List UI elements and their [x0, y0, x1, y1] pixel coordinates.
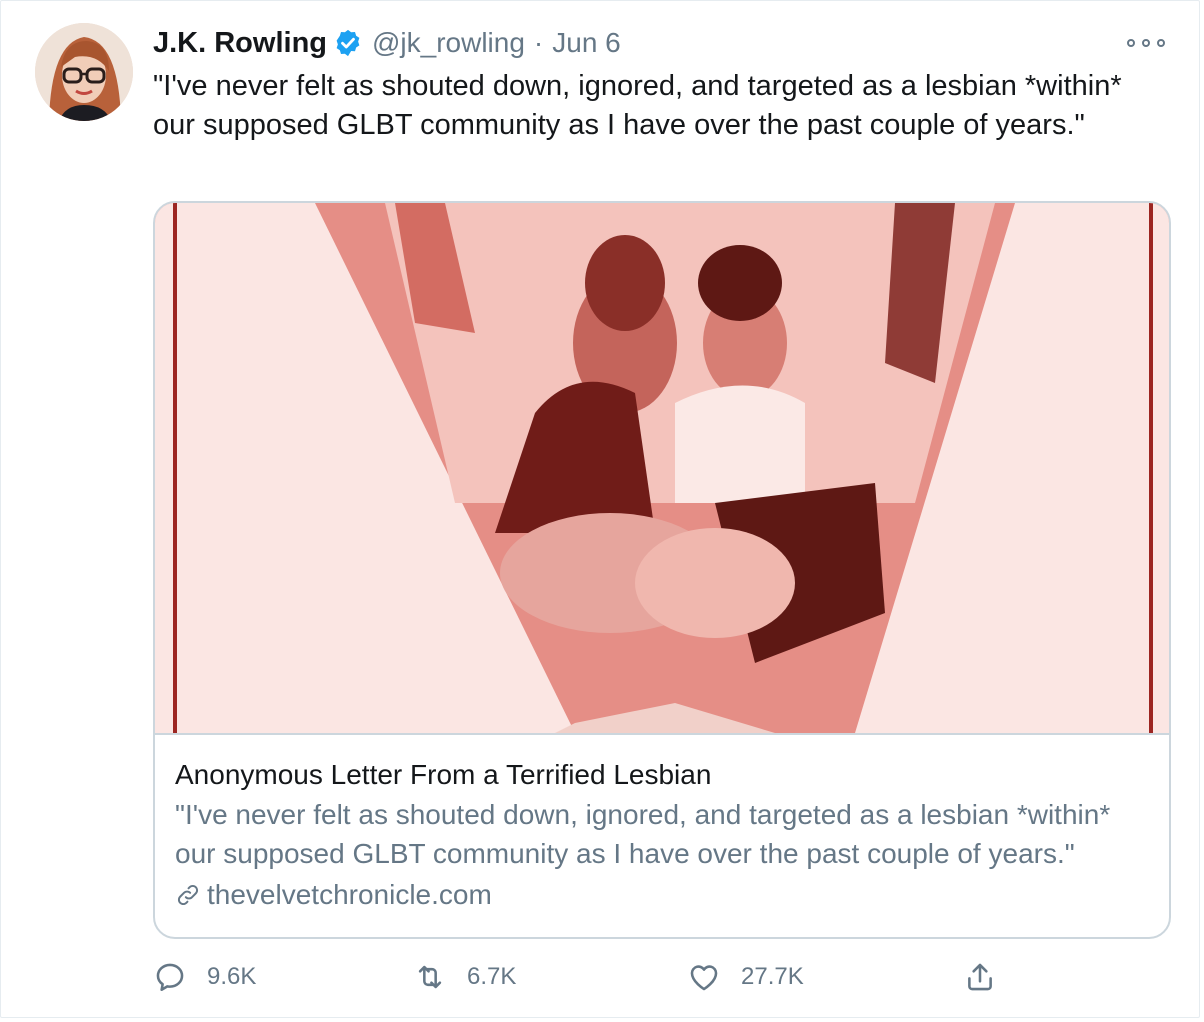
- heart-icon: [690, 965, 718, 991]
- more-dot: [1157, 39, 1165, 47]
- share-button[interactable]: [963, 957, 997, 997]
- link-card[interactable]: Anonymous Letter From a Terrified Lesbia…: [153, 201, 1171, 939]
- card-body: Anonymous Letter From a Terrified Lesbia…: [175, 755, 1149, 914]
- author-name[interactable]: J.K. Rowling: [153, 27, 327, 60]
- link-icon: [177, 884, 199, 906]
- tweet-header: J.K. Rowling @jk_rowling · Jun 6: [153, 25, 621, 61]
- action-bar: 9.6K 6.7K 27.7K: [153, 957, 1013, 997]
- more-dot: [1142, 39, 1150, 47]
- reply-button[interactable]: 9.6K: [153, 957, 256, 997]
- tweet[interactable]: J.K. Rowling @jk_rowling · Jun 6 "I've n…: [0, 0, 1200, 1018]
- share-icon: [968, 963, 992, 991]
- card-url[interactable]: thevelvetchronicle.com: [175, 876, 1149, 914]
- more-dot: [1127, 39, 1135, 47]
- more-options-icon[interactable]: [1127, 33, 1165, 53]
- retweet-button[interactable]: 6.7K: [413, 957, 516, 997]
- verified-badge-icon: [336, 29, 360, 57]
- reply-count: 9.6K: [207, 963, 257, 990]
- card-image: [155, 203, 1169, 735]
- card-domain[interactable]: thevelvetchronicle.com: [207, 876, 492, 914]
- tweet-date[interactable]: Jun 6: [552, 27, 621, 59]
- reply-icon: [156, 963, 184, 992]
- like-button[interactable]: 27.7K: [687, 957, 804, 997]
- avatar-image: [35, 23, 133, 121]
- retweet-icon: [418, 965, 442, 989]
- tweet-text: "I've never felt as shouted down, ignore…: [153, 70, 1122, 141]
- card-photo: [155, 203, 1169, 733]
- avatar[interactable]: [35, 23, 133, 121]
- author-handle[interactable]: @jk_rowling: [372, 27, 525, 59]
- retweet-count: 6.7K: [467, 963, 517, 990]
- separator-dot: ·: [533, 27, 544, 58]
- card-description: "I've never felt as shouted down, ignore…: [175, 799, 1111, 869]
- card-title[interactable]: Anonymous Letter From a Terrified Lesbia…: [175, 755, 1149, 795]
- like-count: 27.7K: [741, 963, 804, 990]
